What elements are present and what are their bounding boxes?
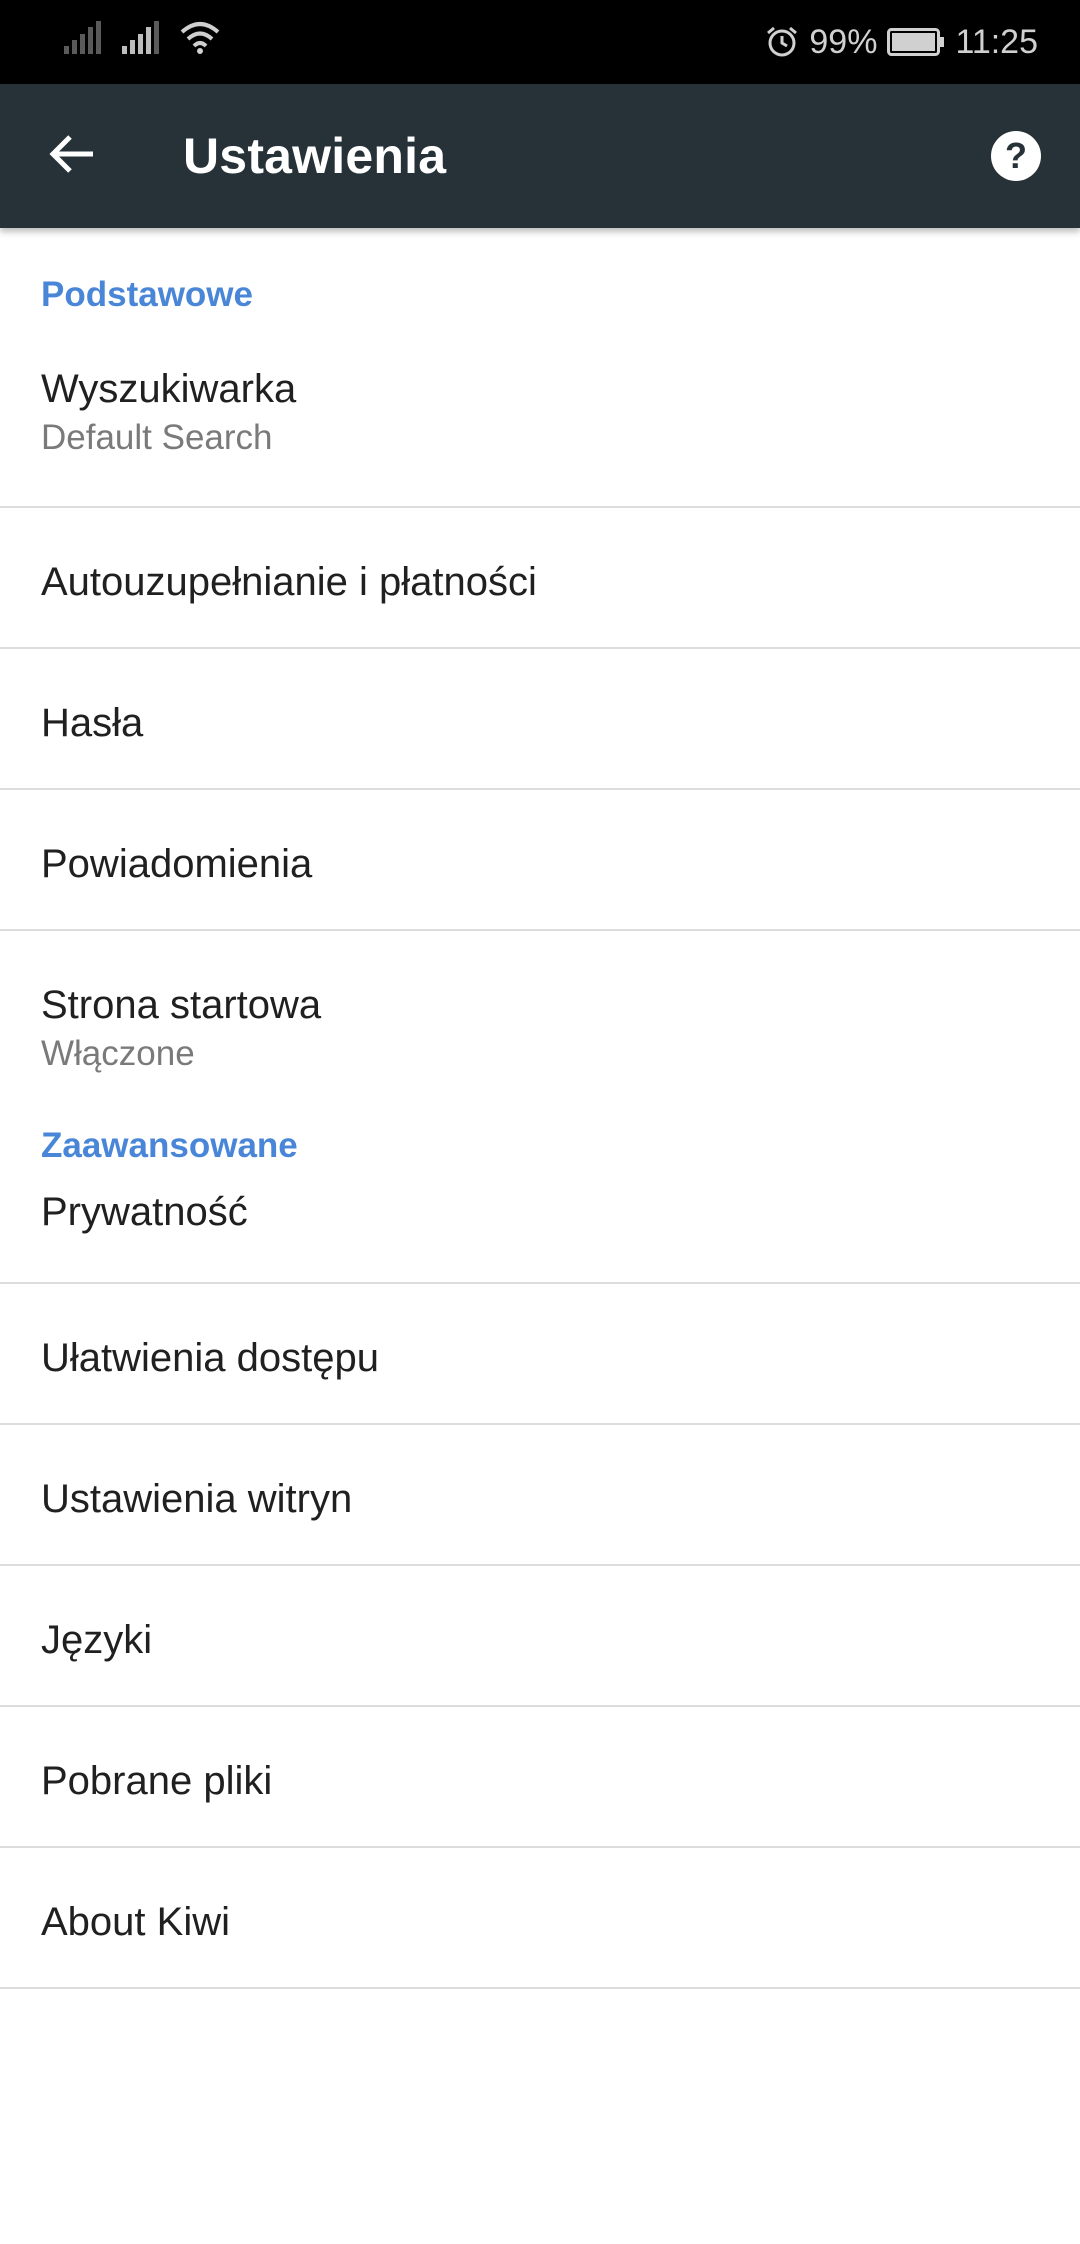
settings-item-title: Wyszukiwarka: [41, 367, 297, 411]
status-time: 11:25: [955, 23, 1038, 61]
settings-item-privacy[interactable]: Prywatność: [0, 1166, 1080, 1284]
settings-item-site-settings[interactable]: Ustawienia witryn: [0, 1425, 1080, 1566]
settings-item-subtitle: Default Search: [41, 418, 273, 457]
settings-item-passwords[interactable]: Hasła: [0, 649, 1080, 790]
battery-icon: [887, 28, 945, 56]
svg-text:?: ?: [1005, 135, 1027, 176]
status-bar: 99% 11:25: [0, 0, 1080, 84]
help-icon: ?: [990, 130, 1042, 187]
settings-item-title: Pobrane pliki: [41, 1759, 273, 1803]
settings-item-title: Powiadomienia: [41, 842, 313, 886]
settings-item-title: About Kiwi: [41, 1900, 230, 1944]
help-button[interactable]: ?: [980, 122, 1052, 194]
settings-item-title: Ustawienia witryn: [41, 1477, 353, 1521]
app-bar: Ustawienia ?: [0, 84, 1080, 228]
settings-item-title: Hasła: [41, 701, 144, 745]
settings-item-title: Autouzupełnianie i płatności: [41, 560, 537, 604]
settings-item-title: Prywatność: [41, 1190, 248, 1234]
section-header-advanced: Zaawansowane: [41, 1126, 298, 1165]
arrow-back-icon: [49, 134, 95, 179]
page-title: Ustawienia: [183, 128, 447, 184]
settings-item-title: Języki: [41, 1618, 153, 1662]
settings-item-accessibility[interactable]: Ułatwienia dostępu: [0, 1284, 1080, 1425]
settings-item-notifications[interactable]: Powiadomienia: [0, 790, 1080, 931]
status-bar-right: 99% 11:25: [765, 18, 1038, 66]
settings-item-subtitle: Włączone: [41, 1034, 195, 1073]
settings-item-downloads[interactable]: Pobrane pliki: [0, 1707, 1080, 1848]
wifi-icon: [178, 20, 222, 56]
alarm-icon: [765, 25, 799, 59]
settings-item-search-engine[interactable]: Wyszukiwarka Default Search: [0, 323, 1080, 508]
settings-item-about[interactable]: About Kiwi: [0, 1848, 1080, 1989]
settings-item-title: Ułatwienia dostępu: [41, 1336, 379, 1380]
section-header-basic: Podstawowe: [41, 275, 253, 314]
signal-icon: [62, 20, 102, 56]
signal-icon: [120, 20, 160, 56]
settings-item-languages[interactable]: Języki: [0, 1566, 1080, 1707]
settings-item-homepage[interactable]: Strona startowa Włączone: [0, 931, 1080, 1126]
settings-item-autofill[interactable]: Autouzupełnianie i płatności: [0, 508, 1080, 649]
settings-list: Podstawowe Wyszukiwarka Default Search A…: [0, 228, 1080, 1989]
status-bar-left: [62, 20, 222, 56]
battery-percent: 99%: [809, 23, 878, 61]
settings-item-title: Strona startowa: [41, 983, 322, 1027]
back-button[interactable]: [30, 120, 114, 192]
